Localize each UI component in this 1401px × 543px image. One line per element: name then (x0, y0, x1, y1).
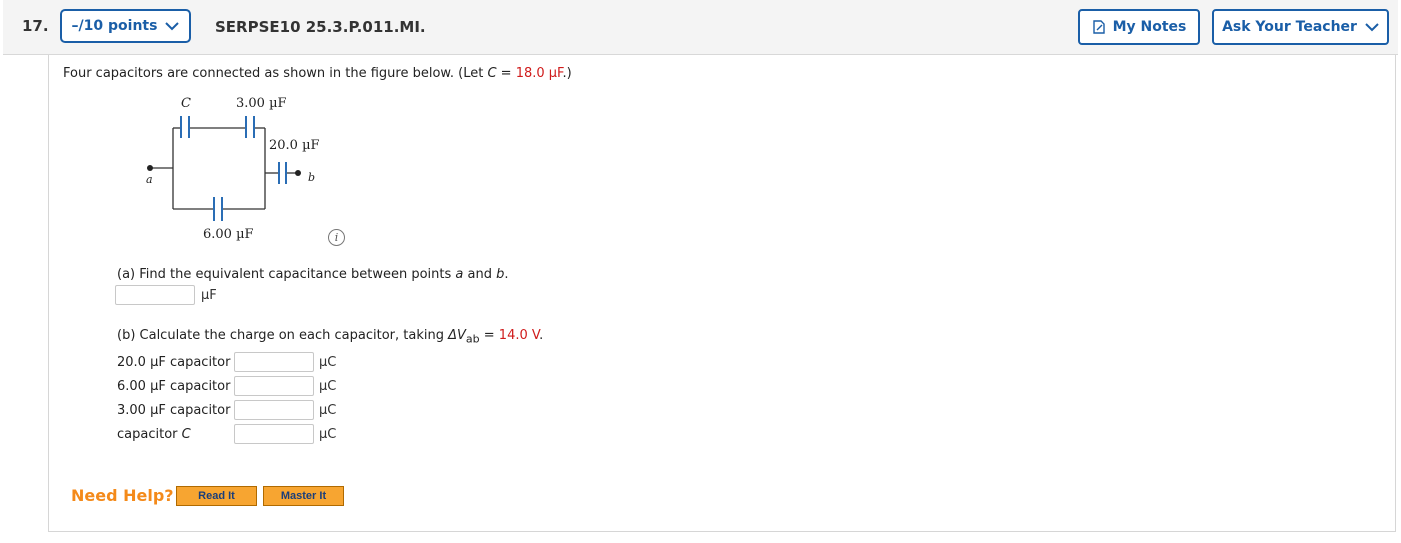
points-dropdown-button[interactable]: –/10 points (60, 9, 191, 43)
info-icon-glyph: i (334, 231, 339, 244)
question-number: 17. (22, 17, 49, 35)
part-a-end: . (504, 267, 509, 282)
label-3uf: 3.00 µF (236, 96, 287, 111)
prompt-variable: C (487, 66, 497, 81)
label-20uf: 20.0 µF (269, 138, 320, 153)
part-b-value: 14.0 V (498, 328, 540, 343)
charge-c-input[interactable] (234, 424, 314, 444)
my-notes-label: My Notes (1112, 19, 1187, 35)
row-label-c-var: C (181, 427, 191, 442)
unit-3uf: µC (319, 403, 337, 418)
part-b-delta-v: ΔV (448, 328, 466, 343)
row-label-3uf: 3.00 µF capacitor (117, 403, 231, 418)
part-b-prompt: (b) Calculate the charge on each capacit… (117, 328, 543, 346)
part-a-prompt: (a) Find the equivalent capacitance betw… (117, 267, 509, 282)
label-6uf: 6.00 µF (203, 227, 254, 242)
ask-teacher-label: Ask Your Teacher (1222, 19, 1357, 35)
master-it-button[interactable]: Master It (263, 486, 344, 506)
part-b-equals: = (479, 328, 499, 343)
info-icon[interactable]: i (328, 229, 345, 246)
row-label-6uf: 6.00 µF capacitor (117, 379, 231, 394)
question-header: 17. –/10 points SERPSE10 25.3.P.011.MI. … (3, 0, 1398, 55)
circuit-diagram: C 3.00 µF 20.0 µF 6.00 µF a b (146, 96, 320, 242)
prompt-equals: = (496, 66, 516, 81)
label-c: C (181, 96, 191, 111)
part-b-text: (b) Calculate the charge on each capacit… (117, 328, 449, 343)
label-b: b (308, 171, 315, 184)
part-b-subscript: ab (465, 332, 480, 346)
prompt-text: Four capacitors are connected as shown i… (63, 66, 488, 81)
label-a: a (146, 173, 153, 186)
unit-20uf: µC (319, 355, 337, 370)
read-it-button[interactable]: Read It (176, 486, 257, 506)
note-icon (1092, 20, 1105, 34)
part-b-end: . (539, 328, 544, 343)
row-label-capacitor-text: capacitor (117, 427, 182, 442)
charge-20uf-input[interactable] (234, 352, 314, 372)
question-prompt: Four capacitors are connected as shown i… (63, 66, 572, 81)
row-label-capacitor-c: capacitor C (117, 427, 191, 442)
unit-c: µC (319, 427, 337, 442)
chevron-down-icon (1365, 22, 1379, 31)
terminal-a (147, 165, 153, 171)
row-label-20uf: 20.0 µF capacitor (117, 355, 231, 370)
prompt-value: 18.0 µF (515, 66, 563, 81)
terminal-b (295, 170, 301, 176)
points-label: –/10 points (71, 18, 158, 34)
part-a-text: (a) Find the equivalent capacitance betw… (117, 267, 456, 282)
prompt-end: .) (562, 66, 572, 81)
my-notes-button[interactable]: My Notes (1078, 9, 1200, 45)
equivalent-capacitance-input[interactable] (115, 285, 195, 305)
unit-6uf: µC (319, 379, 337, 394)
need-help-label: Need Help? (71, 486, 174, 505)
ask-your-teacher-button[interactable]: Ask Your Teacher (1212, 9, 1389, 45)
question-id: SERPSE10 25.3.P.011.MI. (215, 18, 426, 36)
part-a-unit: µF (201, 288, 217, 303)
chevron-down-icon (165, 21, 180, 30)
charge-3uf-input[interactable] (234, 400, 314, 420)
part-a-and: and (463, 267, 497, 282)
charge-6uf-input[interactable] (234, 376, 314, 396)
